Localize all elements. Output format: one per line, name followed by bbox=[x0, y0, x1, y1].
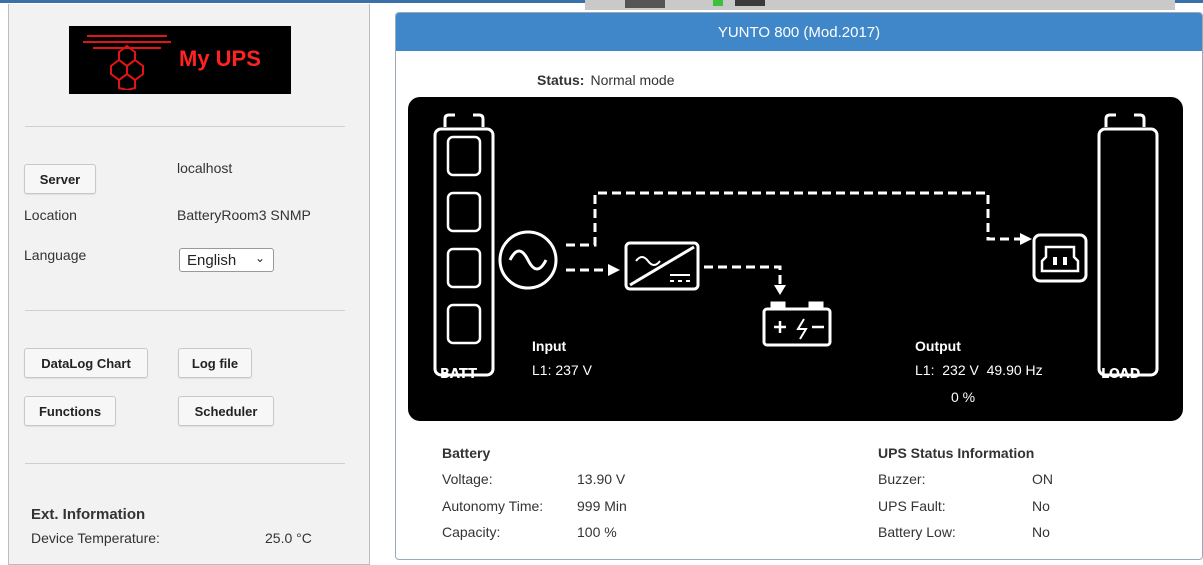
device-temp-value: 25.0 °C bbox=[265, 530, 312, 546]
ups-fault-label: UPS Fault: bbox=[878, 498, 946, 514]
battery-low-label: Battery Low: bbox=[878, 524, 956, 540]
battery-section-title: Battery bbox=[442, 445, 491, 461]
battery-low-value: No bbox=[1032, 524, 1050, 540]
location-value: BatteryRoom3 SNMP bbox=[177, 207, 311, 223]
power-outlet-icon bbox=[1032, 233, 1088, 283]
device-temp-label: Device Temperature: bbox=[31, 530, 160, 546]
capacity-value: 100 % bbox=[577, 524, 617, 540]
language-label: Language bbox=[24, 247, 87, 263]
server-value: localhost bbox=[177, 160, 233, 176]
language-select[interactable]: English ⌄ bbox=[179, 248, 274, 272]
background-window-strip bbox=[585, 0, 1175, 10]
ups-logo: My UPS bbox=[69, 26, 291, 94]
status-line: Status: Normal mode bbox=[537, 72, 674, 88]
load-label: LOAD bbox=[1101, 367, 1141, 382]
panel-title: YUNTO 800 (Mod.2017) bbox=[717, 23, 881, 41]
ups-flow-graphic bbox=[433, 113, 1159, 377]
panel-header: YUNTO 800 (Mod.2017) bbox=[396, 13, 1202, 51]
capacity-label: Capacity: bbox=[442, 524, 501, 540]
server-button[interactable]: Server bbox=[24, 164, 96, 194]
buzzer-value: ON bbox=[1032, 471, 1053, 487]
ac-input-icon bbox=[498, 230, 558, 290]
divider bbox=[25, 310, 345, 311]
status-value: Normal mode bbox=[590, 72, 675, 88]
language-select-value: English bbox=[187, 251, 237, 269]
ups-diagram: BATT LOAD Input L1: 237 V Output L1: 232… bbox=[408, 97, 1183, 421]
battery-icon bbox=[762, 301, 832, 347]
sidebar-panel: My UPS Server localhost Location Battery… bbox=[8, 4, 370, 565]
ups-panel: YUNTO 800 (Mod.2017) Status: Normal mode bbox=[395, 12, 1203, 560]
ext-info-title: Ext. Information bbox=[31, 506, 146, 523]
output-l1: L1: 232 V 49.90 Hz bbox=[915, 362, 1043, 378]
location-label: Location bbox=[24, 207, 77, 223]
load-bar-icon bbox=[1097, 113, 1159, 377]
logo-text: My UPS bbox=[179, 46, 261, 71]
divider bbox=[25, 463, 345, 464]
ups-logo-icon bbox=[83, 35, 171, 90]
datalog-chart-button[interactable]: DataLog Chart bbox=[24, 348, 148, 378]
log-file-button[interactable]: Log file bbox=[178, 348, 252, 378]
ups-status-title: UPS Status Information bbox=[878, 445, 1035, 461]
batt-label: BATT bbox=[440, 367, 477, 382]
flow-lines bbox=[566, 191, 1020, 285]
inverter-icon bbox=[624, 241, 700, 291]
battery-bar-icon bbox=[433, 113, 495, 377]
input-title: Input bbox=[532, 338, 567, 354]
voltage-value: 13.90 V bbox=[577, 471, 626, 487]
autonomy-label: Autonomy Time: bbox=[442, 498, 544, 514]
buzzer-label: Buzzer: bbox=[878, 471, 926, 487]
status-label: Status: bbox=[537, 72, 585, 88]
input-l1: L1: 237 V bbox=[532, 362, 592, 378]
output-title: Output bbox=[915, 338, 961, 354]
output-load-percent: 0 % bbox=[951, 389, 976, 405]
functions-button[interactable]: Functions bbox=[24, 396, 116, 426]
voltage-label: Voltage: bbox=[442, 471, 493, 487]
divider bbox=[25, 126, 345, 127]
chevron-down-icon: ⌄ bbox=[254, 251, 265, 265]
scheduler-button[interactable]: Scheduler bbox=[178, 396, 274, 426]
autonomy-value: 999 Min bbox=[577, 498, 627, 514]
ups-fault-value: No bbox=[1032, 498, 1050, 514]
